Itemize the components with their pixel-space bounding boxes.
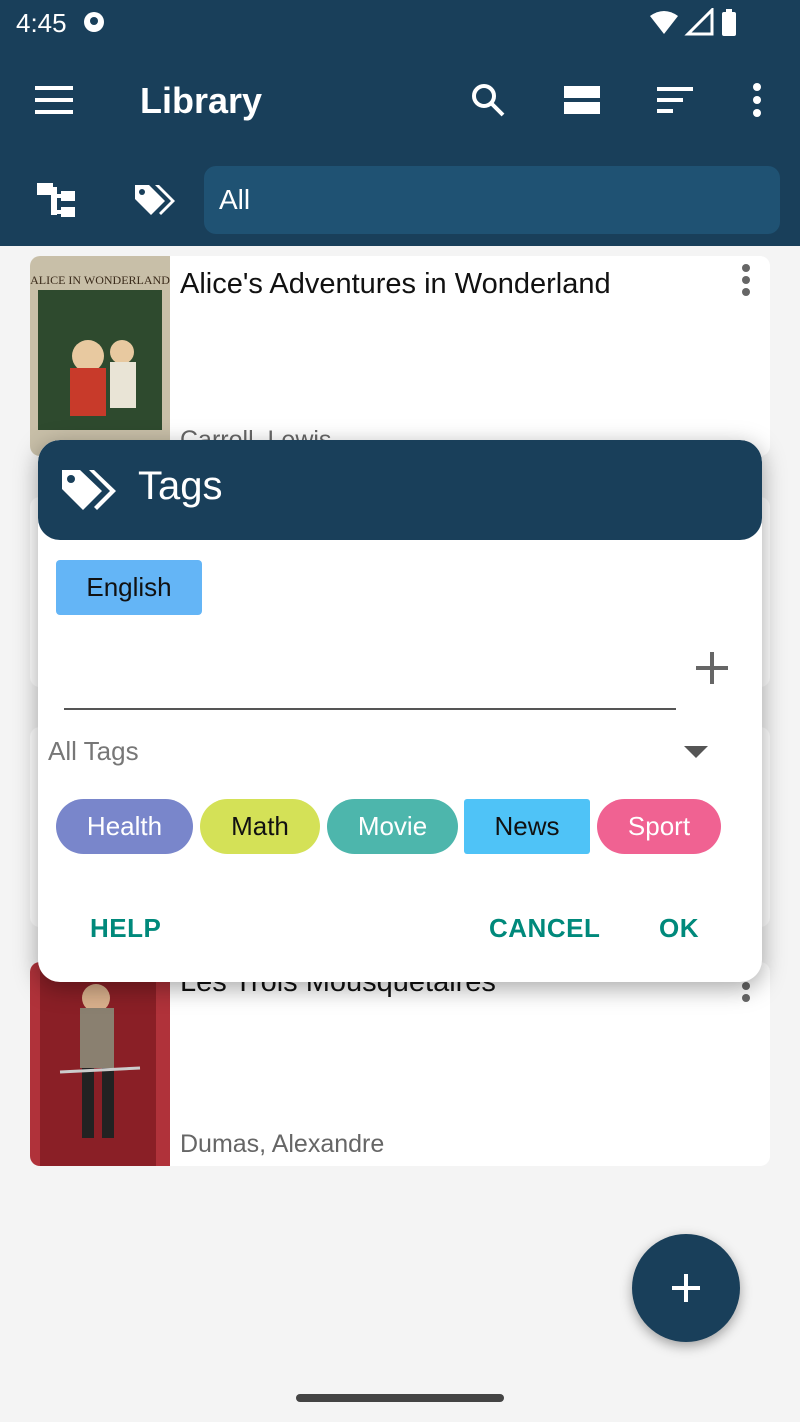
tag-chip-math[interactable]: Math xyxy=(200,799,320,854)
add-book-fab[interactable] xyxy=(632,1234,740,1342)
wifi-icon xyxy=(650,11,678,34)
tag-filter-value: All xyxy=(219,184,251,215)
chevron-down-icon[interactable] xyxy=(684,744,708,760)
tag-filter-field[interactable]: All xyxy=(204,166,780,234)
gesture-nav-handle[interactable] xyxy=(296,1394,504,1402)
settings-notification-icon xyxy=(84,12,104,32)
tag-chip-sport[interactable]: Sport xyxy=(597,799,721,854)
add-icon[interactable] xyxy=(690,646,734,690)
dialog-title: Tags xyxy=(138,464,223,508)
plus-icon xyxy=(672,1274,700,1302)
help-button[interactable]: HELP xyxy=(90,913,161,944)
selected-tag-chip[interactable]: English xyxy=(56,560,202,615)
battery-icon xyxy=(722,12,736,36)
tag-chip-news[interactable]: News xyxy=(464,799,590,854)
dialog-header: Tags xyxy=(38,440,762,540)
tags-icon xyxy=(62,470,116,510)
menu-icon[interactable] xyxy=(30,76,78,124)
ok-button[interactable]: OK xyxy=(659,913,699,944)
sort-icon[interactable] xyxy=(651,76,699,124)
new-tag-input[interactable] xyxy=(64,652,676,710)
app-bar: 4:45 Library All xyxy=(0,0,800,246)
search-icon[interactable] xyxy=(464,76,512,124)
page-title: Library xyxy=(140,80,263,121)
signal-icon xyxy=(684,8,714,36)
view-mode-icon[interactable] xyxy=(558,76,606,124)
status-bar: 4:45 xyxy=(0,0,800,48)
cancel-button[interactable]: CANCEL xyxy=(489,913,600,944)
tags-dialog: Tags English All Tags Health Math Movie … xyxy=(38,440,762,982)
hierarchy-icon[interactable] xyxy=(33,176,81,224)
tags-filter-icon[interactable] xyxy=(132,176,180,224)
more-options-icon[interactable] xyxy=(733,76,781,124)
status-time: 4:45 xyxy=(16,8,67,38)
all-tags-dropdown-label[interactable]: All Tags xyxy=(48,736,139,767)
tag-chip-movie[interactable]: Movie xyxy=(327,799,458,854)
tag-chip-health[interactable]: Health xyxy=(56,799,193,854)
status-icons xyxy=(650,8,736,36)
